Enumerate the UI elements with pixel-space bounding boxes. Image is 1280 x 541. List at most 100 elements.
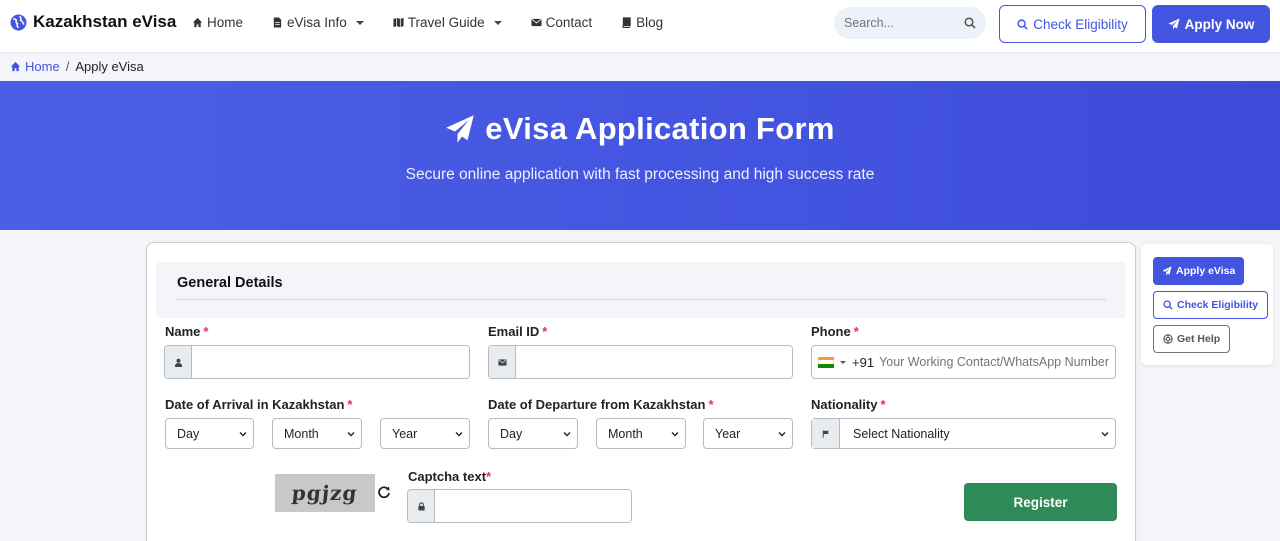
captcha-image-text: pgjzg [290, 481, 360, 505]
required-mark: * [203, 324, 209, 339]
nationality-selected-value: Select Nationality [853, 426, 950, 441]
chevron-down-icon [455, 431, 463, 436]
user-icon [165, 346, 192, 378]
nav-evisa-info[interactable]: eVisa Info [272, 15, 364, 30]
nav-contact[interactable]: Contact [531, 15, 593, 30]
nationality-select[interactable]: Select Nationality [811, 418, 1116, 449]
breadcrumb-separator: / [65, 59, 70, 74]
nav-contact-label: Contact [545, 15, 593, 30]
india-flag-icon[interactable] [818, 356, 834, 368]
captcha-label-text: Captcha text [408, 469, 487, 484]
section-header: General Details [156, 262, 1126, 318]
breadcrumb-home[interactable]: Home [10, 59, 60, 74]
phone-field[interactable] [879, 355, 1110, 369]
required-mark: * [708, 397, 714, 412]
side-help-label: Get Help [1177, 333, 1221, 345]
search-input[interactable] [844, 16, 954, 30]
breadcrumb: Home / Apply eVisa [10, 59, 144, 74]
departure-month-select[interactable]: Month [596, 418, 686, 449]
side-check-label: Check Eligibility [1177, 299, 1259, 311]
captcha-field[interactable] [435, 490, 631, 522]
nav-blog-label: Blog [636, 15, 664, 30]
search-icon[interactable] [964, 17, 976, 29]
arrival-day-value: Day [177, 426, 200, 441]
quick-actions-panel: Apply eVisa Check Eligibility Get Help [1141, 244, 1273, 365]
phone-label-text: Phone [811, 324, 851, 339]
name-label-text: Name [165, 324, 201, 339]
arrival-month-select[interactable]: Month [272, 418, 362, 449]
home-icon [192, 17, 203, 28]
required-mark: * [542, 324, 548, 339]
apply-now-button[interactable]: Apply Now [1152, 5, 1270, 43]
captcha-image: pgjzg [275, 474, 375, 512]
required-mark: * [347, 397, 353, 412]
breadcrumb-home-label: Home [25, 59, 60, 74]
page-title: eVisa Application Form [0, 111, 1280, 147]
arrival-day-select[interactable]: Day [165, 418, 254, 449]
lock-icon [408, 490, 435, 522]
chevron-down-icon [671, 431, 679, 436]
email-input-group [488, 345, 793, 379]
chevron-down-icon [778, 431, 786, 436]
globe-icon [10, 14, 27, 30]
brand-logo[interactable]: Kazakhstan eVisa [10, 12, 176, 32]
nav-home-label: Home [207, 15, 244, 30]
required-mark: * [880, 397, 886, 412]
captcha-input-group [407, 489, 632, 523]
nav-evisa-info-label: eVisa Info [287, 15, 347, 30]
page-title-text: eVisa Application Form [485, 111, 835, 146]
arrival-label-text: Date of Arrival in Kazakhstan [165, 397, 345, 412]
paper-plane-icon [446, 115, 475, 143]
hero-banner: eVisa Application Form Secure online app… [0, 81, 1280, 230]
departure-month-value: Month [608, 426, 643, 441]
refresh-icon[interactable] [377, 485, 391, 499]
caret-down-icon[interactable] [840, 360, 846, 364]
name-field[interactable] [192, 346, 469, 378]
envelope-icon [531, 18, 542, 27]
chevron-down-icon [563, 431, 571, 436]
map-icon [393, 17, 404, 28]
name-label: Name * [165, 324, 208, 339]
captcha-label: Captcha text* [408, 469, 491, 484]
chevron-down-icon [493, 20, 502, 25]
phone-input-group: +91 [811, 345, 1116, 379]
departure-label-text: Date of Departure from Kazakhstan [488, 397, 706, 412]
flag-icon [812, 419, 840, 448]
side-apply-evisa-button[interactable]: Apply eVisa [1153, 257, 1245, 285]
chevron-down-icon [1101, 431, 1109, 436]
check-eligibility-button[interactable]: Check Eligibility [999, 5, 1146, 43]
departure-year-select[interactable]: Year [703, 418, 793, 449]
paper-plane-icon [1162, 266, 1172, 276]
search-box [834, 7, 986, 39]
home-icon [10, 61, 21, 72]
section-divider [176, 299, 1106, 300]
email-field[interactable] [516, 346, 792, 378]
chevron-down-icon [347, 431, 355, 436]
arrival-label: Date of Arrival in Kazakhstan * [165, 397, 352, 412]
side-apply-label: Apply eVisa [1176, 265, 1236, 277]
required-mark: * [486, 469, 492, 484]
arrival-month-value: Month [284, 426, 319, 441]
document-icon [273, 17, 282, 28]
side-check-eligibility-button[interactable]: Check Eligibility [1153, 291, 1269, 319]
name-input-group [164, 345, 470, 379]
side-get-help-button[interactable]: Get Help [1153, 325, 1231, 353]
main-menu: Home eVisa Info Travel Guide Contact Blo… [192, 15, 663, 30]
departure-year-value: Year [715, 426, 741, 441]
nav-home[interactable]: Home [192, 15, 243, 30]
nav-blog[interactable]: Blog [621, 15, 663, 30]
nationality-label: Nationality * [811, 397, 886, 412]
arrival-year-select[interactable]: Year [380, 418, 470, 449]
apply-now-label: Apply Now [1184, 16, 1255, 32]
nav-travel-guide[interactable]: Travel Guide [393, 15, 502, 30]
phone-label: Phone * [811, 324, 859, 339]
register-button[interactable]: Register [964, 483, 1117, 521]
top-navbar: Kazakhstan eVisa Home eVisa Info Travel … [0, 0, 1280, 52]
email-label: Email ID * [488, 324, 547, 339]
chevron-down-icon [355, 20, 364, 25]
nationality-label-text: Nationality [811, 397, 878, 412]
check-eligibility-label: Check Eligibility [1033, 16, 1128, 32]
search-icon [1017, 18, 1028, 30]
departure-day-select[interactable]: Day [488, 418, 578, 449]
email-label-text: Email ID [488, 324, 540, 339]
